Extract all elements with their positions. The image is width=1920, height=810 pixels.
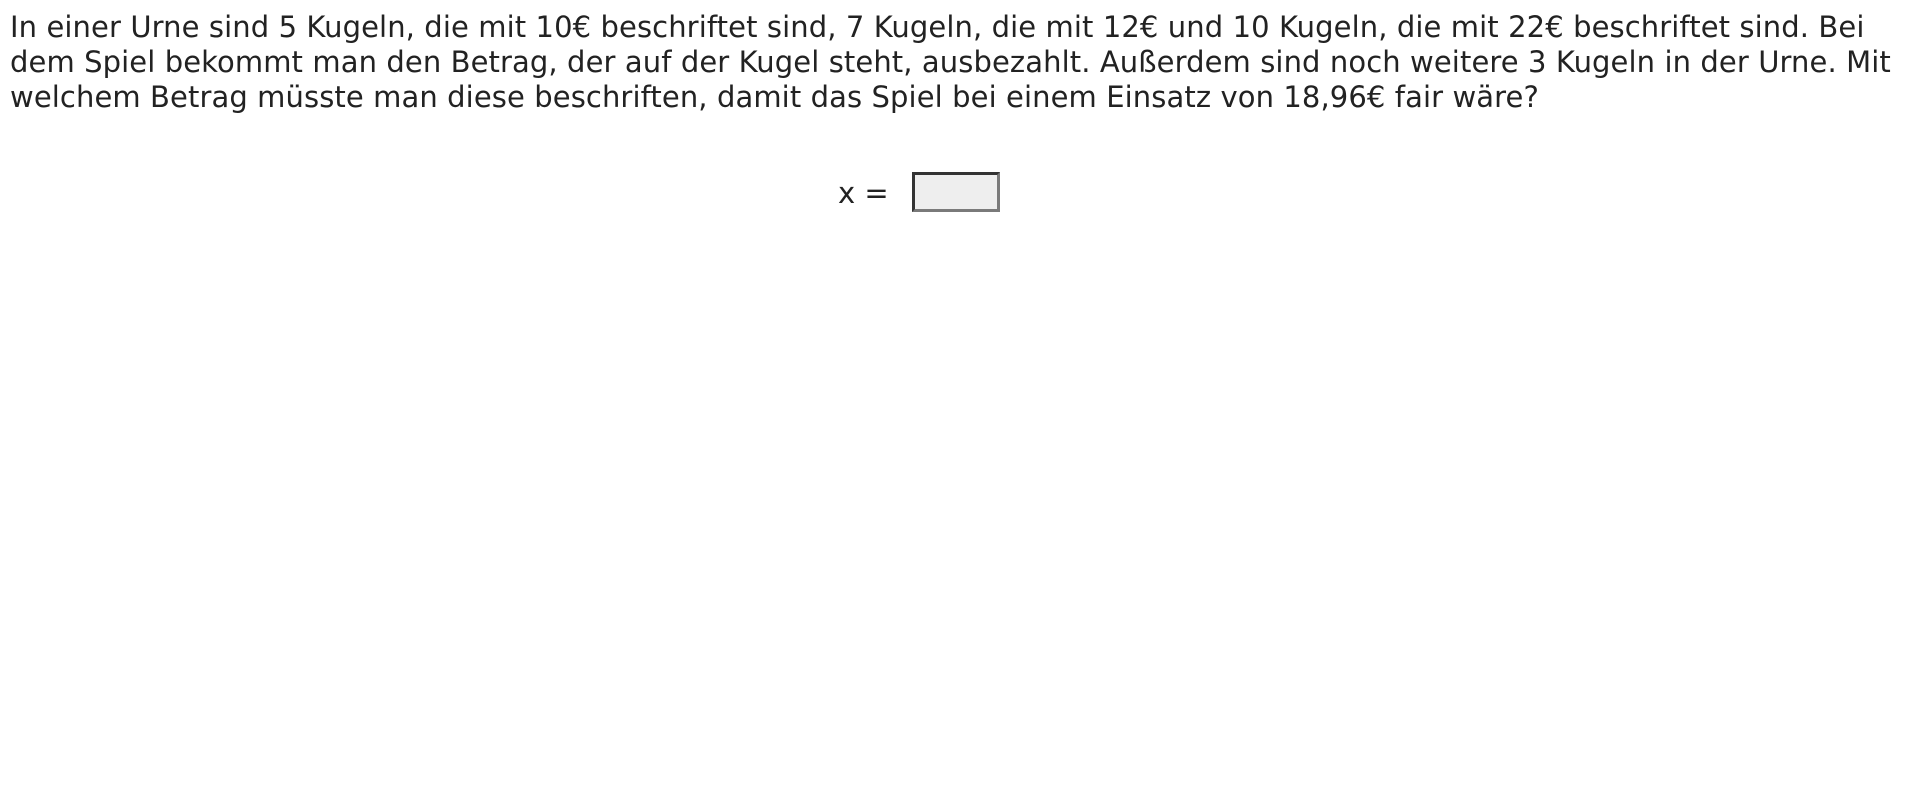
- answer-variable-label: x =: [838, 176, 889, 210]
- answer-row: x =: [0, 172, 1920, 214]
- answer-input[interactable]: [912, 172, 1000, 212]
- question-text: In einer Urne sind 5 Kugeln, die mit 10€…: [10, 10, 1891, 114]
